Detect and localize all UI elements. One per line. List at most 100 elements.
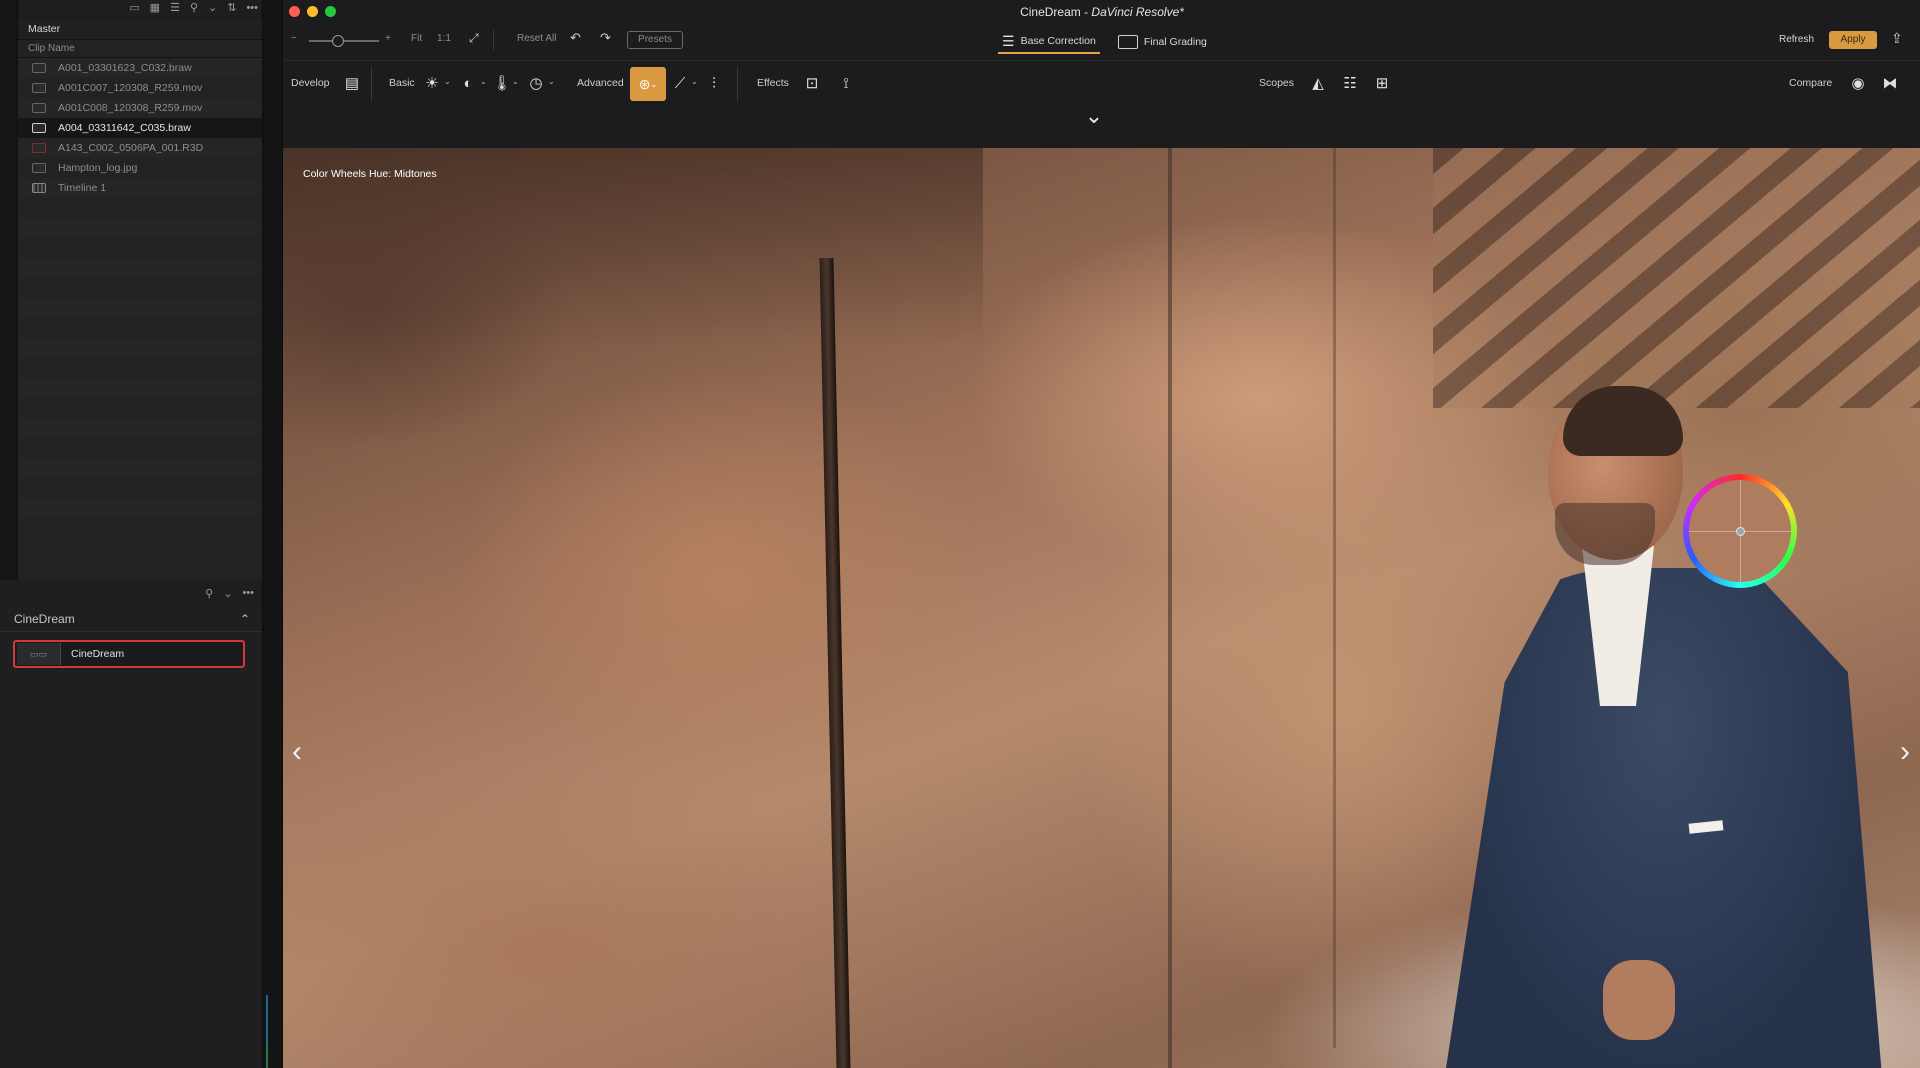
curves-icon[interactable]: ⟋ bbox=[669, 73, 691, 95]
chevron-down-icon[interactable]: ⌄ bbox=[691, 77, 698, 86]
waveform-icon[interactable]: ◭ bbox=[1307, 73, 1329, 95]
vectorscope-icon[interactable]: ⊞ bbox=[1371, 73, 1393, 95]
chevron-down-icon[interactable]: ⌄ bbox=[548, 77, 555, 86]
bin-name: Master bbox=[28, 22, 61, 35]
eye-icon[interactable]: ◉ bbox=[1847, 73, 1869, 95]
empty-row bbox=[18, 198, 264, 218]
chevron-down-icon[interactable]: ⌄ bbox=[208, 1, 217, 15]
tools-toolbar: Develop ▤ Basic ☀ ⌄ ◐ ⌄ 🌡 ⌄ ◷ ⌄ Advanced… bbox=[283, 60, 1920, 106]
develop-label[interactable]: Develop bbox=[291, 77, 330, 89]
media-pool-toolbar: ▭ ▦ ☰ ⚲ ⌄ ⇅ ••• bbox=[18, 0, 264, 16]
apply-button[interactable]: Apply bbox=[1829, 31, 1877, 49]
film-strip-icon[interactable]: ▤ bbox=[341, 73, 363, 95]
tab-label: Base Correction bbox=[1020, 35, 1096, 47]
clip-row[interactable]: A001C007_120308_R259.mov bbox=[18, 78, 264, 98]
viewer-caption: Color Wheels Hue: Midtones bbox=[303, 168, 437, 180]
bin-header[interactable]: Master bbox=[18, 18, 264, 40]
fit-button[interactable]: Fit bbox=[411, 33, 422, 44]
focus-frame-icon[interactable]: ⊡ bbox=[801, 73, 823, 95]
split-compare-icon[interactable]: ⧓ bbox=[1879, 73, 1901, 95]
empty-row bbox=[18, 498, 264, 518]
main-window: CineDream - DaVinci Resolve* − + Fit 1:1… bbox=[282, 0, 1920, 1068]
basic-label[interactable]: Basic bbox=[389, 77, 415, 89]
layers-icon: ☰ bbox=[1002, 32, 1015, 49]
clip-row[interactable]: A001_03301623_C032.braw bbox=[18, 58, 264, 78]
zoom-out-icon[interactable]: − bbox=[291, 33, 297, 44]
clip-row[interactable]: A143_C002_0506PA_001.R3D bbox=[18, 138, 264, 158]
presets-button[interactable]: Presets bbox=[627, 31, 683, 49]
bins-header[interactable]: CineDream ⌃ bbox=[0, 606, 264, 632]
track-indicator bbox=[266, 1043, 268, 1068]
clip-list: Master Clip Name A001_03301623_C032.braw… bbox=[18, 18, 264, 595]
search-icon[interactable]: ⚲ bbox=[190, 1, 198, 15]
chevron-down-icon[interactable]: ⌄ bbox=[223, 587, 232, 600]
viewer-image-beams bbox=[1433, 148, 1920, 408]
timeline-icon bbox=[32, 183, 46, 193]
fullscreen-icon[interactable]: ⤢ bbox=[469, 31, 479, 46]
chevron-up-icon[interactable]: ⌃ bbox=[240, 612, 250, 626]
undo-icon[interactable]: ↶ bbox=[570, 30, 581, 46]
clip-row[interactable]: Hampton_log.jpg bbox=[18, 158, 264, 178]
divider bbox=[371, 67, 372, 101]
collapse-toolbar-chevron-icon[interactable]: ⌄ bbox=[1079, 105, 1109, 128]
compare-label[interactable]: Compare bbox=[1789, 77, 1832, 89]
color-wheels-button-active[interactable]: ⊛ ⌄ bbox=[630, 67, 666, 101]
clip-row[interactable]: Timeline 1 bbox=[18, 178, 264, 198]
advanced-label[interactable]: Advanced bbox=[577, 77, 624, 89]
clip-name: A001_03301623_C032.braw bbox=[58, 62, 192, 74]
empty-row bbox=[18, 358, 264, 378]
zoom-in-icon[interactable]: + bbox=[385, 33, 391, 44]
tab-base-correction[interactable]: ☰ Base Correction bbox=[998, 30, 1100, 54]
clip-row-selected[interactable]: A004_03311642_C035.braw bbox=[18, 118, 264, 138]
redo-icon[interactable]: ↷ bbox=[600, 30, 611, 46]
color-wheel-puck[interactable] bbox=[1736, 527, 1745, 536]
share-icon[interactable]: ⇪ bbox=[1891, 30, 1905, 48]
zoom-slider-handle[interactable] bbox=[332, 35, 345, 47]
contrast-icon[interactable]: ◐ bbox=[457, 73, 479, 95]
actual-size-button[interactable]: 1:1 bbox=[437, 33, 451, 44]
effects-label[interactable]: Effects bbox=[757, 77, 789, 89]
more-options-icon[interactable]: ••• bbox=[246, 1, 258, 15]
video-clip-icon bbox=[32, 123, 46, 133]
color-wheels-icon: ⊛ bbox=[638, 75, 651, 92]
speedometer-icon[interactable]: ◷ bbox=[525, 73, 547, 95]
next-image-chevron-right-icon[interactable]: › bbox=[1893, 734, 1917, 770]
tab-final-grading[interactable]: Final Grading bbox=[1114, 30, 1211, 54]
column-header[interactable]: Clip Name bbox=[18, 40, 264, 58]
panel-divider[interactable] bbox=[262, 0, 282, 1068]
search-icon[interactable]: ⚲ bbox=[205, 587, 213, 600]
chevron-down-icon[interactable]: ⌄ bbox=[444, 77, 451, 86]
chevron-down-icon[interactable]: ⌄ bbox=[512, 77, 519, 86]
empty-row bbox=[18, 398, 264, 418]
empty-row bbox=[18, 438, 264, 458]
thumbnail-view-icon[interactable]: ▭ bbox=[129, 1, 139, 15]
previous-image-chevron-left-icon[interactable]: ‹ bbox=[285, 734, 309, 770]
bin-item-selected[interactable]: ▭▭ CineDream bbox=[13, 640, 245, 668]
list-view-icon[interactable]: ☰ bbox=[170, 1, 180, 15]
clip-rows: A001_03301623_C032.braw A001C007_120308_… bbox=[18, 58, 264, 518]
reset-all-button[interactable]: Reset All bbox=[517, 33, 556, 44]
image-icon bbox=[1117, 35, 1138, 49]
refresh-button[interactable]: Refresh bbox=[1779, 34, 1814, 45]
clip-name: A004_03311642_C035.braw bbox=[58, 122, 191, 134]
chevron-down-icon[interactable]: ⌄ bbox=[480, 77, 487, 86]
clip-row[interactable]: A001C008_120308_R259.mov bbox=[18, 98, 264, 118]
empty-row bbox=[18, 318, 264, 338]
view-tabs: ☰ Base Correction Final Grading bbox=[998, 30, 1211, 56]
image-viewer[interactable]: Color Wheels Hue: Midtones ‹ › bbox=[283, 148, 1920, 1068]
left-edge-strip bbox=[0, 0, 18, 580]
sort-icon[interactable]: ⇅ bbox=[227, 1, 236, 15]
scopes-label[interactable]: Scopes bbox=[1259, 77, 1294, 89]
sliders-icon[interactable]: ⫶ bbox=[703, 73, 725, 95]
video-clip-icon bbox=[32, 103, 46, 113]
bin-item-label: CineDream bbox=[71, 648, 125, 660]
subject-beard bbox=[1555, 503, 1655, 565]
empty-row bbox=[18, 238, 264, 258]
grid-view-icon[interactable]: ▦ bbox=[150, 1, 160, 15]
exposure-sun-icon[interactable]: ☀ bbox=[421, 73, 443, 95]
more-options-icon[interactable]: ••• bbox=[242, 587, 254, 599]
magic-wand-icon[interactable]: ⟟ bbox=[835, 73, 857, 95]
temperature-icon[interactable]: 🌡 bbox=[491, 73, 513, 95]
parade-icon[interactable]: ☷ bbox=[1339, 73, 1361, 95]
window-title: CineDream - DaVinci Resolve* bbox=[283, 5, 1920, 19]
